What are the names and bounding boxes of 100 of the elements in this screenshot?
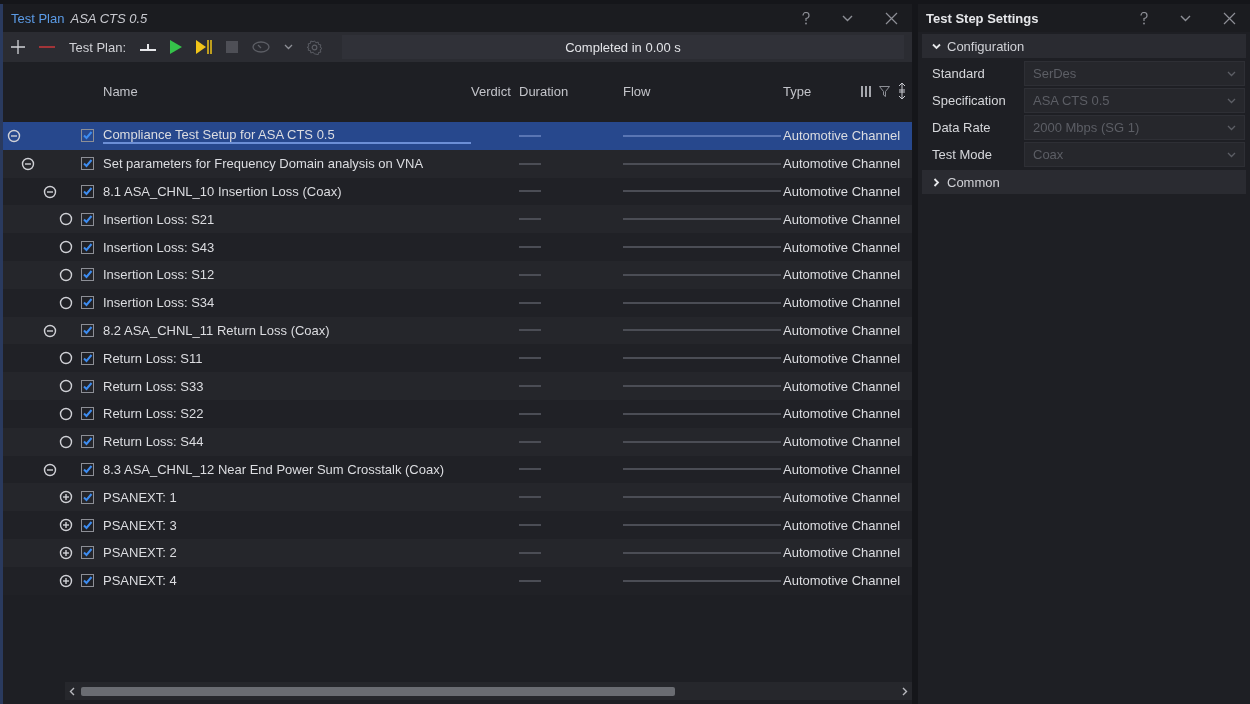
step-type: Automotive Channel — [783, 406, 902, 422]
filter-icon[interactable] — [879, 85, 890, 97]
checkbox[interactable] — [81, 574, 94, 588]
step-type: Automotive Channel — [783, 545, 902, 561]
scrollbar-thumb[interactable] — [81, 686, 675, 696]
step-name: Insertion Loss: S12 — [103, 267, 216, 283]
expand-icon[interactable] — [59, 545, 73, 560]
duration-placeholder — [519, 162, 541, 165]
step-name: Return Loss: S11 — [103, 350, 204, 366]
duration-placeholder — [519, 551, 541, 554]
horizontal-scrollbar[interactable] — [65, 682, 912, 700]
help-icon[interactable] — [802, 11, 810, 25]
step-type: Automotive Channel — [783, 267, 902, 283]
checkbox[interactable] — [81, 157, 94, 171]
column-header[interactable]: Type — [783, 83, 853, 99]
tree-leaf-icon — [59, 434, 73, 449]
checkbox[interactable] — [81, 546, 94, 560]
checkbox[interactable] — [81, 407, 94, 421]
step-icon[interactable] — [196, 40, 213, 54]
checkbox[interactable] — [81, 129, 94, 143]
step-type: Automotive Channel — [783, 517, 902, 533]
sort-icon[interactable] — [898, 83, 906, 99]
collapse-icon[interactable] — [43, 323, 57, 338]
checkbox[interactable] — [81, 323, 94, 337]
column-header[interactable]: Verdict — [471, 83, 519, 99]
checkbox[interactable] — [81, 351, 94, 365]
collapse-icon[interactable] — [21, 156, 35, 171]
plan-name: ASA CTS 0.5 — [70, 10, 148, 26]
column-header[interactable]: Duration — [519, 83, 623, 99]
section-header[interactable]: Configuration — [922, 34, 1246, 58]
checkbox[interactable] — [81, 490, 94, 504]
property-label: Standard — [932, 66, 986, 81]
checkbox[interactable] — [81, 296, 94, 310]
chevron-down-icon[interactable] — [284, 44, 294, 50]
section-header[interactable]: Common — [922, 170, 1246, 194]
column-header[interactable]: Flow — [623, 83, 783, 99]
status-bar: Completed in 0.00 s — [342, 35, 904, 59]
property-label: Data Rate — [932, 120, 992, 135]
duration-placeholder — [519, 524, 541, 527]
panel-title: Test Plan — [11, 10, 65, 26]
step-name: Return Loss: S44 — [103, 434, 205, 450]
collapse-icon[interactable] — [43, 184, 57, 199]
tree-leaf-icon — [59, 212, 73, 227]
step-name: PSANEXT: 2 — [103, 545, 178, 561]
step-name: PSANEXT: 1 — [103, 489, 178, 505]
step-row[interactable]: Insertion Loss: S21 Automotive Channel — [3, 205, 912, 234]
chevron-right-icon — [932, 177, 941, 187]
step-name: Return Loss: S22 — [103, 406, 205, 422]
duration-placeholder — [519, 412, 541, 415]
tree-leaf-icon — [59, 295, 73, 310]
duration-placeholder — [519, 301, 541, 304]
collapse-icon[interactable] — [7, 129, 21, 143]
breakpoint-icon[interactable] — [140, 41, 157, 53]
step-row[interactable]: Return Loss: S33 Automotive Channel — [3, 372, 912, 400]
checkbox[interactable] — [81, 268, 94, 282]
checkbox[interactable] — [81, 212, 94, 226]
duration-placeholder — [519, 329, 541, 332]
step-name: Return Loss: S33 — [103, 378, 205, 394]
checkbox[interactable] — [81, 185, 94, 198]
step-name: Insertion Loss: S34 — [103, 295, 216, 311]
step-row[interactable]: Return Loss: S44 Automotive Channel — [3, 427, 912, 456]
columns-icon[interactable] — [861, 85, 871, 97]
close-icon[interactable] — [1223, 11, 1236, 25]
expand-icon[interactable] — [59, 490, 73, 505]
step-row[interactable]: Insertion Loss: S12 Automotive Channel — [3, 261, 912, 289]
duration-placeholder — [519, 190, 541, 193]
duration-placeholder — [519, 218, 541, 221]
step-row[interactable]: PSANEXT: 2 Automotive Channel — [3, 538, 912, 567]
expand-icon[interactable] — [59, 518, 73, 533]
column-header[interactable]: Name — [103, 83, 471, 99]
duration-placeholder — [519, 468, 541, 471]
step-type: Automotive Channel — [783, 573, 902, 589]
chevron-down-icon — [1227, 97, 1236, 104]
chevron-down-icon — [932, 41, 941, 51]
chevron-down-icon — [1227, 70, 1236, 77]
scroll-right-icon[interactable] — [902, 686, 908, 696]
chevron-down-icon[interactable] — [1180, 14, 1191, 22]
help-icon[interactable] — [1140, 11, 1148, 25]
chevron-down-icon[interactable] — [842, 14, 853, 22]
tree-leaf-icon — [59, 268, 73, 282]
step-row[interactable]: PSANEXT: 1 Automotive Channel — [3, 483, 912, 512]
step-name: Insertion Loss: S21 — [103, 211, 216, 227]
step-name: 8.1 ASA_CHNL_10 Insertion Loss (Coax) — [103, 184, 343, 199]
checkbox[interactable] — [81, 379, 94, 393]
property-label: Test Mode — [932, 147, 993, 162]
close-icon[interactable] — [885, 11, 898, 25]
step-row[interactable]: Compliance Test Setup for ASA CTS 0.5 Automotive Channel — [3, 122, 912, 150]
step-name: 8.2 ASA_CHNL_11 Return Loss (Coax) — [103, 322, 331, 338]
step-row[interactable]: Set parameters for Frequency Domain analysis on VNA Automotive Channel — [3, 149, 912, 178]
checkbox[interactable] — [81, 240, 94, 254]
checkbox[interactable] — [81, 462, 94, 476]
scroll-left-icon[interactable] — [69, 686, 75, 696]
step-row[interactable]: 8.2 ASA_CHNL_11 Return Loss (Coax) Automotive Channel — [3, 316, 912, 345]
expand-icon[interactable] — [59, 573, 73, 588]
checkbox[interactable] — [81, 435, 94, 449]
play-icon[interactable] — [170, 40, 183, 54]
collapse-icon[interactable] — [43, 462, 57, 477]
step-name: PSANEXT: 4 — [103, 573, 178, 589]
add-icon[interactable] — [11, 40, 25, 54]
checkbox[interactable] — [81, 518, 94, 532]
